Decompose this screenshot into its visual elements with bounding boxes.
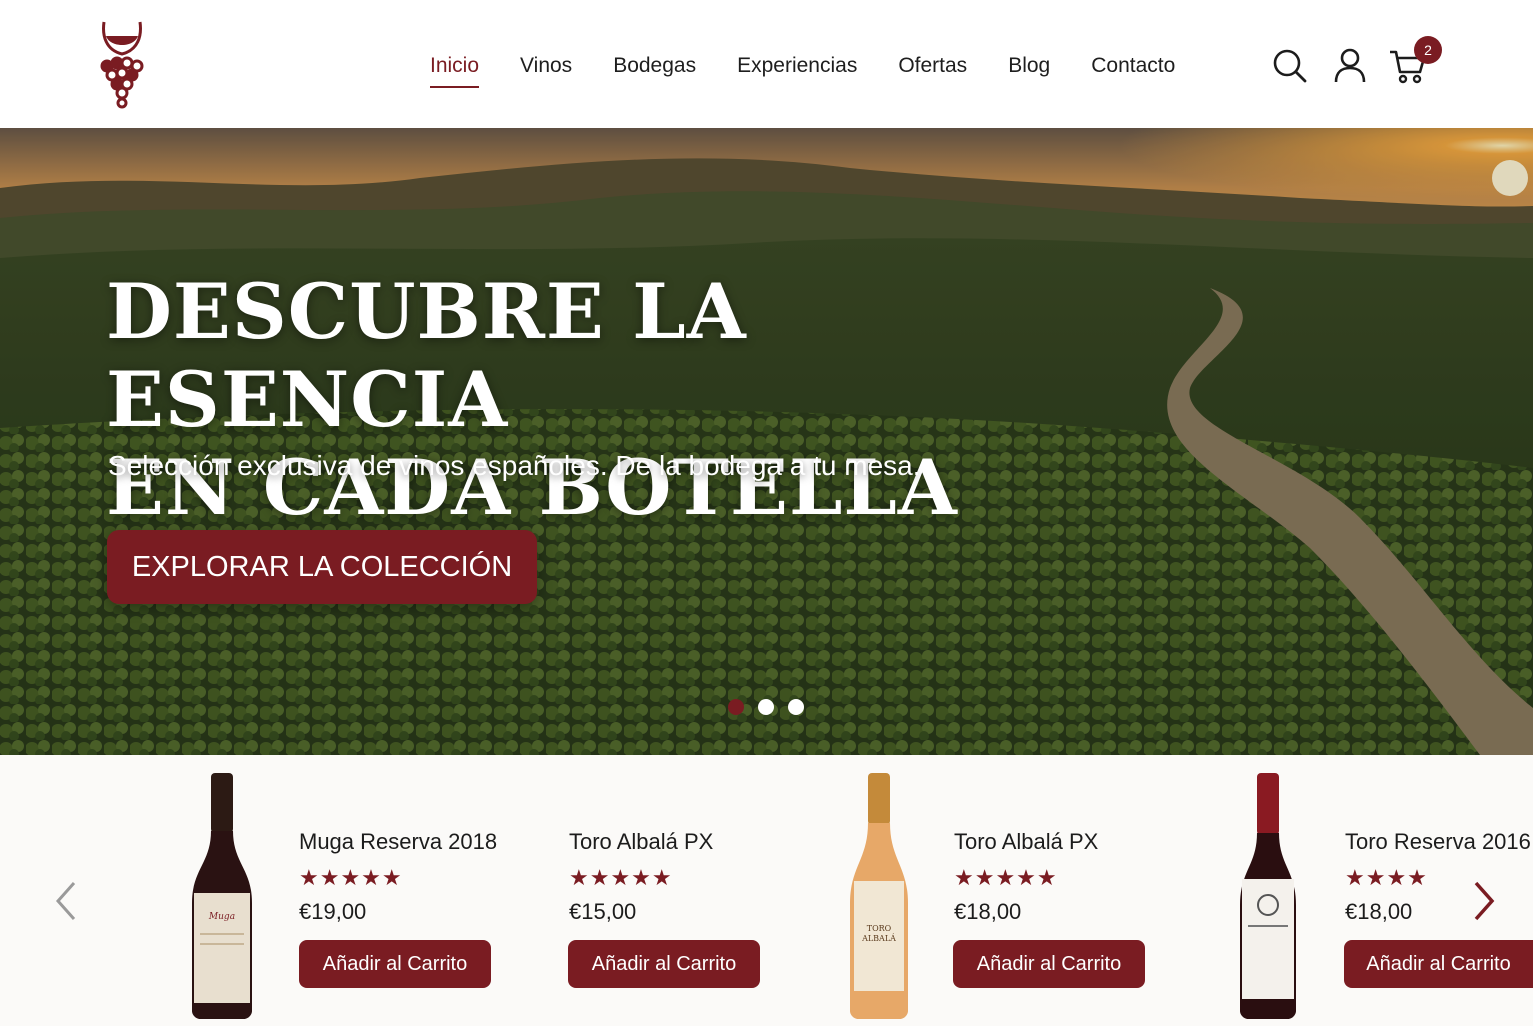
- product-rating-stars: ★★★★★: [954, 865, 1058, 890]
- product-rating-stars: ★★★★: [1345, 865, 1428, 890]
- hero-subtitle: Selección exclusiva de vinos españoles. …: [108, 450, 921, 481]
- hero-banner: DESCUBRE LA ESENCIA EN CADA BOTELLA Sele…: [0, 128, 1533, 755]
- wine-bottle-red-cap-image: [1240, 773, 1296, 1019]
- product-name[interactable]: Muga Reserva 2018: [299, 829, 497, 855]
- nav-item-vinos[interactable]: Vinos: [520, 48, 572, 88]
- wine-glass-grapes-icon[interactable]: [92, 16, 152, 112]
- nav-item-inicio[interactable]: Inicio: [430, 48, 480, 88]
- product-price: €15,00: [569, 899, 637, 924]
- nav-item-experiencias[interactable]: Experiencias: [737, 48, 857, 88]
- chevron-left-icon: [55, 882, 76, 920]
- svg-text:Muga: Muga: [208, 912, 235, 922]
- product-name[interactable]: Toro Reserva 2016: [1345, 829, 1531, 855]
- nav-item-bodegas[interactable]: Bodegas: [613, 48, 696, 88]
- product-price: €18,00: [954, 899, 1022, 924]
- nav-item-blog[interactable]: Blog: [1008, 48, 1050, 88]
- carousel-dot-3[interactable]: [788, 699, 804, 715]
- add-to-cart-button[interactable]: Añadir al Carrito: [1344, 940, 1533, 988]
- add-to-cart-button[interactable]: Añadir al Carrito: [568, 940, 760, 988]
- product-rating-stars: ★★★★★: [569, 865, 673, 890]
- nav-item-ofertas[interactable]: Ofertas: [898, 48, 967, 88]
- carousel-next-button[interactable]: [1464, 873, 1504, 929]
- carousel-prev-button[interactable]: [46, 873, 86, 929]
- chevron-right-icon: [1474, 881, 1495, 921]
- product-price: €18,00: [1345, 899, 1413, 924]
- main-nav: Inicio Vinos Bodegas Experiencias Ofertas Blo…: [410, 48, 1216, 88]
- hero-title-line-1: DESCUBRE LA ESENCIA: [106, 267, 747, 444]
- hero-title: DESCUBRE LA ESENCIA EN CADA BOTELLA: [106, 268, 1086, 532]
- product-name[interactable]: Toro Albalá PX: [569, 829, 713, 855]
- search-icon[interactable]: [1270, 44, 1310, 88]
- add-to-cart-button[interactable]: Añadir al Carrito: [299, 940, 491, 988]
- nav-item-contacto[interactable]: Contacto: [1091, 48, 1175, 88]
- cart-count-badge: 2: [1414, 36, 1442, 64]
- add-to-cart-button[interactable]: Añadir al Carrito: [953, 940, 1145, 988]
- site-header: Inicio Vinos Bodegas Experiencias Ofertas Blo…: [0, 0, 1533, 128]
- explore-collection-button[interactable]: EXPLORAR LA COLECCIÓN: [107, 530, 537, 604]
- wine-bottle-red-image: Muga: [192, 773, 252, 1019]
- product-price: €19,00: [299, 899, 367, 924]
- product-rating-stars: ★★★★★: [299, 865, 403, 890]
- carousel-dot-2[interactable]: [758, 699, 774, 715]
- user-icon[interactable]: [1330, 44, 1370, 88]
- carousel-dots: [728, 699, 818, 715]
- svg-text:TORO: TORO: [867, 924, 892, 933]
- product-name[interactable]: Toro Albalá PX: [954, 829, 1098, 855]
- carousel-dot-1[interactable]: [728, 699, 744, 715]
- wine-bottle-amber-image: TORO ALBALÁ: [850, 773, 908, 1019]
- svg-text:ALBALÁ: ALBALÁ: [861, 934, 896, 943]
- product-carousel: Muga Muga Reserva 2018 ★★★★★ €19,00 Añad…: [0, 755, 1533, 1026]
